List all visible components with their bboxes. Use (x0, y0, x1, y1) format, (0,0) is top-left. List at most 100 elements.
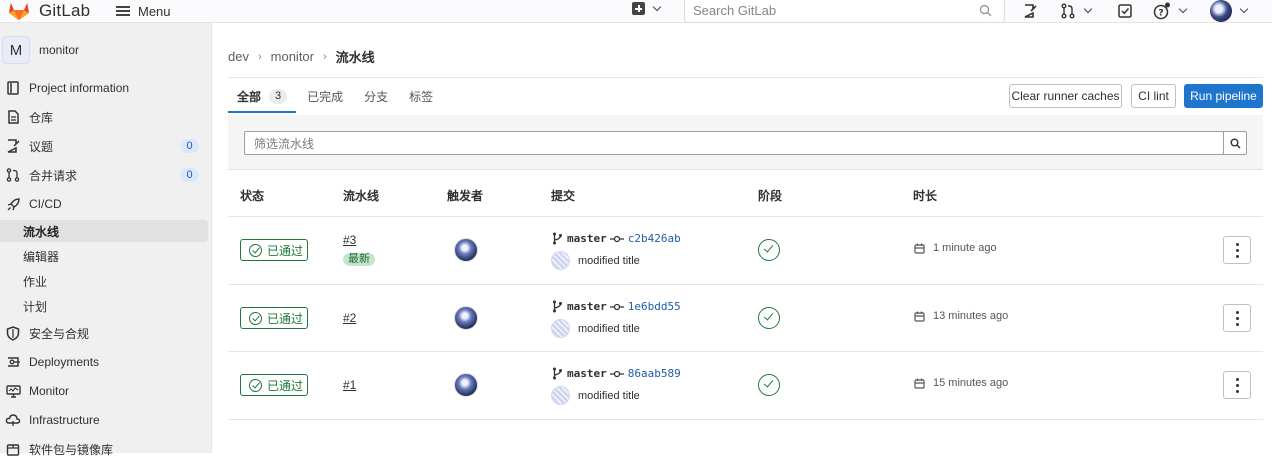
sidebar-item-label: Monitor (29, 384, 70, 398)
triggerer-avatar[interactable] (454, 238, 478, 262)
branch-name-link[interactable]: master (567, 300, 607, 313)
commit-title-link[interactable]: modified title (578, 323, 640, 335)
sidebar-item-label: Deployments (29, 355, 100, 369)
tab-branches[interactable]: 分支 (355, 80, 397, 113)
sidebar-subitem-pipelines[interactable]: 流水线 (0, 220, 208, 242)
sidebar-subitem-jobs[interactable]: 作业 (0, 270, 212, 292)
status-badge[interactable]: 已通过 (240, 307, 308, 329)
stage-passed-icon[interactable] (758, 374, 780, 396)
run-pipeline-button[interactable]: Run pipeline (1184, 84, 1263, 108)
tab-finished[interactable]: 已完成 (298, 80, 352, 113)
rocket-icon (5, 196, 21, 212)
sidebar-item-infrastructure[interactable]: Infrastructure (0, 409, 212, 431)
svg-text:?: ? (1158, 9, 1163, 19)
stage-passed-icon[interactable] (758, 307, 780, 329)
sidebar-item-label: 软件包与镜像库 (29, 442, 114, 457)
commit-title-link[interactable]: modified title (578, 390, 640, 402)
information-icon (5, 80, 21, 96)
breadcrumb-item-group[interactable]: dev (228, 49, 249, 64)
sidebar-subitem-schedules[interactable]: 计划 (0, 295, 212, 317)
kebab-dot (1235, 310, 1239, 314)
sidebar-item-deployments[interactable]: Deployments (0, 351, 212, 373)
chevron-down-icon (1178, 4, 1188, 14)
commit-author-avatar[interactable] (551, 319, 570, 338)
merge-request-icon (1061, 3, 1075, 19)
merge-requests-nav-button[interactable] (1060, 1, 1093, 21)
help-nav-button[interactable]: ? (1153, 1, 1188, 21)
issues-count-badge: 0 (180, 139, 199, 153)
column-header-duration: 时长 (913, 189, 938, 203)
breadcrumb-item-project[interactable]: monitor (271, 49, 314, 64)
clear-runner-caches-button[interactable]: Clear runner caches (1009, 84, 1122, 108)
sidebar-item-repository[interactable]: 仓库 (0, 106, 212, 128)
chevron-down-icon (652, 2, 662, 11)
branch-icon (553, 367, 562, 380)
menu-button[interactable]: Menu (116, 1, 171, 21)
repository-icon (5, 109, 21, 125)
sidebar-item-packages[interactable]: 软件包与镜像库 (0, 438, 212, 460)
kebab-dot (1235, 377, 1239, 381)
sidebar-item-issues[interactable]: 议题 0 (0, 135, 212, 157)
project-name: monitor (39, 43, 80, 57)
commit-ref: master 1e6bdd55 (552, 300, 681, 313)
triggerer-avatar[interactable] (454, 306, 478, 330)
triggerer-avatar[interactable] (454, 373, 478, 397)
commit-ref: master 86aab589 (552, 367, 681, 380)
sidebar-item-security[interactable]: 安全与合规 (0, 322, 212, 344)
new-dropdown-button[interactable] (632, 2, 662, 15)
commit-message: modified title (551, 386, 640, 405)
more-actions-button[interactable] (1223, 371, 1251, 399)
stage-passed-icon[interactable] (758, 239, 780, 261)
branch-name-link[interactable]: master (567, 367, 607, 380)
status-badge[interactable]: 已通过 (240, 239, 308, 261)
sidebar-subitem-editor[interactable]: 编辑器 (0, 245, 212, 267)
brand-name: GitLab (39, 1, 91, 20)
latest-badge: 最新 (343, 253, 375, 266)
check-circle-icon (249, 311, 262, 325)
pipeline-duration: 13 minutes ago (914, 310, 1008, 322)
column-header-pipeline: 流水线 (343, 189, 380, 203)
tab-all[interactable]: 全部 3 (228, 80, 297, 113)
more-actions-button[interactable] (1223, 304, 1251, 332)
top-navbar: GitLab Menu Search GitLab ? (0, 0, 1272, 23)
issues-icon (1024, 4, 1037, 18)
sidebar-item-project-information[interactable]: Project information (0, 77, 212, 99)
tab-label: 全部 (237, 90, 262, 104)
pipeline-id-link[interactable]: #1 (343, 378, 356, 392)
calendar-icon (914, 378, 925, 389)
project-sidebar: M monitor Project information 仓库 议题 0 合并… (0, 23, 212, 457)
filter-search-button[interactable] (1223, 131, 1247, 155)
sidebar-item-monitor[interactable]: Monitor (0, 380, 212, 402)
todos-nav-button[interactable] (1117, 1, 1133, 21)
pipeline-id-link[interactable]: #2 (343, 311, 356, 325)
sidebar-item-cicd[interactable]: CI/CD (0, 193, 212, 215)
breadcrumb: dev › monitor › 流水线 (228, 47, 375, 66)
commit-sha-link[interactable]: 1e6bdd55 (628, 300, 681, 313)
sidebar-item-label: 议题 (29, 139, 54, 154)
tab-tags[interactable]: 标签 (400, 80, 442, 113)
commit-author-avatar[interactable] (551, 386, 570, 405)
commit-author-avatar[interactable] (551, 251, 570, 270)
ci-lint-button[interactable]: CI lint (1131, 84, 1176, 108)
search-input[interactable]: Search GitLab (684, 0, 1005, 23)
filter-pipelines-input[interactable]: 筛选流水线 (244, 131, 1224, 155)
pipeline-duration: 1 minute ago (914, 242, 997, 254)
commit-title-link[interactable]: modified title (578, 255, 640, 267)
sidebar-subitem-label: 流水线 (23, 224, 60, 239)
commit-sha-link[interactable]: 86aab589 (628, 367, 681, 380)
calendar-icon (914, 311, 925, 322)
issues-nav-button[interactable] (1022, 1, 1038, 21)
more-actions-button[interactable] (1223, 236, 1251, 264)
project-header[interactable]: M monitor (0, 35, 79, 65)
status-badge[interactable]: 已通过 (240, 374, 308, 396)
pipeline-id-link[interactable]: #3 (343, 233, 356, 247)
user-menu-button[interactable] (1210, 0, 1249, 22)
sidebar-item-merge-requests[interactable]: 合并请求 0 (0, 164, 212, 186)
sidebar-subitem-label: 计划 (23, 299, 48, 314)
breadcrumb-item-current[interactable]: 流水线 (336, 47, 375, 66)
status-label: 已通过 (267, 378, 304, 393)
commit-sha-link[interactable]: c2b426ab (628, 232, 681, 245)
branch-name-link[interactable]: master (567, 232, 607, 245)
time-ago: 15 minutes ago (933, 377, 1009, 389)
gitlab-logo[interactable]: GitLab (8, 0, 90, 22)
